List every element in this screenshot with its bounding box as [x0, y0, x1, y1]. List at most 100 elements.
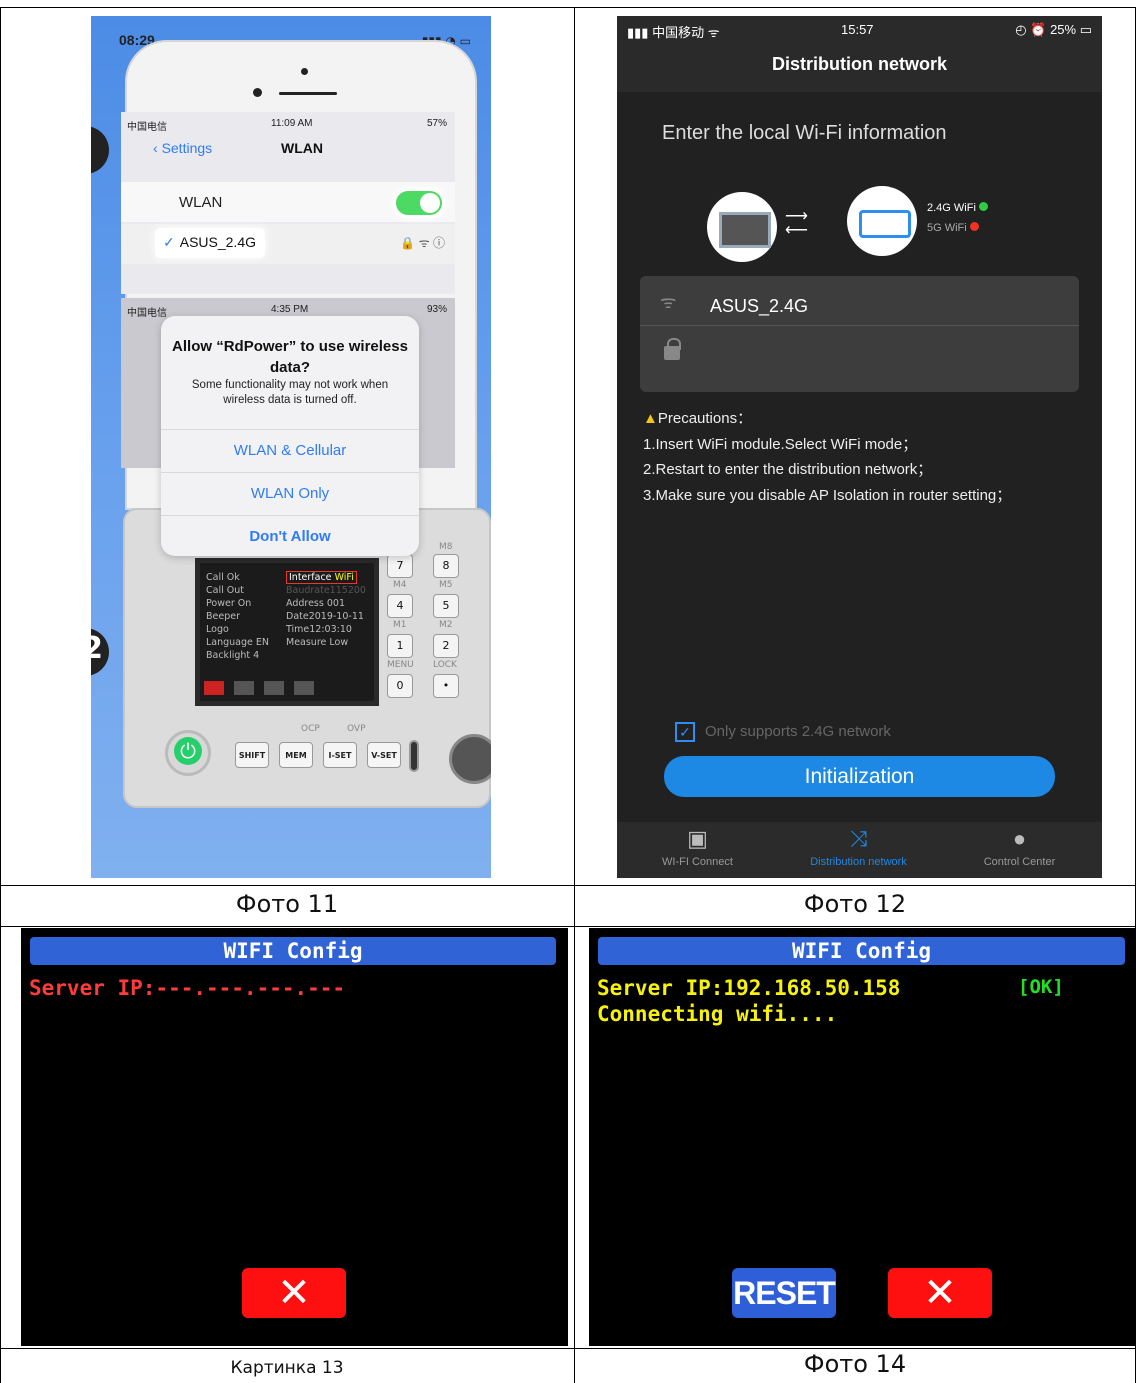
shift-button[interactable]: SHIFT [235, 742, 269, 768]
cube-icon: ▣ [687, 826, 708, 851]
warning-icon: ▲ [643, 410, 658, 427]
only-24-option[interactable]: ✓ Only supports 2.4G network [675, 722, 891, 742]
check-icon: ✓ [163, 234, 175, 250]
exchange-arrows-icon: ⟶ ⟵ [785, 208, 808, 239]
tab-distribution-network-label: Distribution network [810, 856, 907, 868]
lcd-right-1: Baudrate115200 [286, 585, 366, 596]
iset-button[interactable]: I-SET [323, 742, 357, 768]
shuffle-icon: ⤨ [849, 826, 868, 851]
device-lcd: Call Ok Call Out Power On Beeper Logo La… [195, 558, 379, 706]
phone-speaker [279, 92, 337, 95]
grid-line-top [0, 7, 1136, 8]
lcd-right-5: Measure Low [286, 637, 349, 648]
vset-button[interactable]: V-SET [367, 742, 401, 768]
ssid-row[interactable]: ᯤ ASUS_2.4G [640, 276, 1079, 326]
status-carrier: ▮▮▮ 中国移动 ᯤ [627, 25, 720, 40]
ios-wlan-settings-screen: 中国电信 11:09 AM 57% ‹ Settings WLAN WLAN ✓… [121, 112, 455, 294]
key-4[interactable]: 4 [387, 594, 413, 618]
dialog-title: Allow “RdPower” to use wireless data? [172, 338, 408, 376]
reset-button[interactable]: RESET [732, 1268, 836, 1318]
initialization-button[interactable]: Initialization [664, 756, 1055, 797]
mem-button[interactable]: MEM [279, 742, 313, 768]
band-24: 2.4G WiFi [927, 198, 988, 218]
tab-control-center[interactable]: ● Control Center [939, 822, 1100, 868]
cross-circle-icon [969, 222, 979, 231]
lcd-right-3: Date2019-10-11 [286, 611, 364, 622]
key-5[interactable]: 5 [433, 594, 459, 618]
network-chip: ✓ ASUS_2.4G [155, 228, 265, 258]
key-top-lock: LOCK [433, 660, 457, 670]
dialog-message: Some functionality may not work when wir… [191, 379, 389, 406]
rotary-knob[interactable] [449, 734, 491, 784]
info-icon [294, 681, 314, 695]
wlan-toggle-row: WLAN [121, 182, 455, 222]
lcd-interface: Interface WiFi [286, 571, 366, 584]
lcd-right-4: Time12:03:10 [286, 624, 352, 635]
lcd-right-column: Interface WiFi Baudrate115200 Address 00… [286, 571, 366, 649]
wifi-prompt: Enter the local Wi-Fi information [662, 122, 947, 144]
page-title: Distribution network [772, 54, 947, 74]
photo-12-distribution-network: ▮▮▮ 中国移动 ᯤ 15:57 ◴ ⏰ 25% ▭ Distribution … [617, 16, 1102, 878]
key-8[interactable]: 8 [433, 554, 459, 578]
network-status-icons: 🔒 ᯤ ⓘ [400, 236, 445, 250]
key-1[interactable]: 1 [387, 634, 413, 658]
tab-wifi-connect-label: WI-FI Connect [662, 856, 733, 868]
settings-back-button[interactable]: ‹ Settings [153, 140, 212, 156]
close-button[interactable]: ✕ [242, 1268, 346, 1318]
status-time: 15:57 [841, 22, 874, 37]
ovp-label: OVP [347, 724, 366, 734]
step-marker-2: 2 [91, 628, 109, 676]
band-5: 5G WiFi [927, 218, 988, 238]
caption-picture-13: Картинка 13 [230, 1358, 344, 1378]
server-ip-line: Server IP:---.---.---.--- [29, 976, 346, 1000]
key-2[interactable]: 2 [433, 634, 459, 658]
device-image [707, 192, 777, 262]
second-battery: 93% [426, 304, 447, 315]
key-0[interactable]: 0 [387, 674, 413, 698]
network-name: ASUS_2.4G [179, 234, 256, 250]
close-button[interactable]: ✕ [888, 1268, 992, 1318]
precautions-title-label: Precautions： [657, 410, 753, 427]
dont-allow-button[interactable]: Don't Allow [161, 515, 419, 557]
tab-distribution-network[interactable]: ⤨ Distribution network [778, 822, 939, 868]
lcd-interface-value: WiFi [334, 572, 354, 583]
password-field[interactable] [700, 334, 1070, 384]
close-icon: ✕ [923, 1270, 957, 1316]
tab-wifi-connect[interactable]: ▣ WI-FI Connect [617, 822, 778, 868]
lcd-left-7: Backlight 4 [206, 650, 260, 661]
settings-time: 11:09 AM [271, 118, 313, 129]
ocp-label: OCP [301, 724, 320, 734]
network-row[interactable]: ✓ ASUS_2.4G 🔒 ᯤ ⓘ [121, 224, 455, 264]
band-24-label: 2.4G WiFi [927, 202, 976, 214]
connecting-line: Connecting wifi.... [597, 1002, 838, 1026]
lock-icon [664, 338, 681, 360]
phone-sensor [253, 88, 262, 97]
app-header: ▮▮▮ 中国移动 ᯤ 15:57 ◴ ⏰ 25% ▭ Distribution … [617, 16, 1102, 92]
check-circle-icon [978, 202, 988, 211]
power-button[interactable] [165, 730, 211, 776]
key-7[interactable]: 7 [387, 554, 413, 578]
settings-back-label: Settings [161, 140, 213, 156]
key-top-m4: M4 [393, 580, 407, 590]
wlan-only-button[interactable]: WLAN Only [161, 472, 419, 514]
grid-line-mid2 [0, 926, 1136, 927]
ssid-field[interactable]: ASUS_2.4G [710, 296, 808, 317]
wlan-cellular-button[interactable]: WLAN & Cellular [161, 429, 419, 471]
caption-photo-12: Фото 12 [803, 890, 907, 918]
key-dot[interactable]: • [433, 674, 459, 698]
lcd-left-4: Beeper [206, 611, 240, 622]
key-top-m2: M2 [439, 620, 453, 630]
wlan-toggle[interactable] [393, 188, 445, 218]
wlan-label: WLAN [179, 194, 223, 211]
precaution-1: 1.Insert WiFi module.Select WiFi mode； [643, 435, 918, 453]
wifi-form: ᯤ ASUS_2.4G [640, 276, 1079, 392]
photo-14-wifi-config-lcd: WIFI Config Server IP:192.168.50.158 [OK… [589, 928, 1135, 1346]
band-info: 2.4G WiFi 5G WiFi [927, 198, 988, 238]
permission-dialog: Allow “RdPower” to use wireless data? So… [161, 316, 419, 556]
lcd-header: WIFI Config [30, 937, 556, 965]
lcd-left-1: Call Ok [206, 572, 240, 583]
bottom-tab-bar: ▣ WI-FI Connect ⤨ Distribution network ● Co… [617, 822, 1102, 878]
key-top-m1: M1 [393, 620, 407, 630]
checkbox-checked-icon[interactable]: ✓ [675, 722, 695, 742]
tab-control-center-label: Control Center [983, 856, 1056, 868]
